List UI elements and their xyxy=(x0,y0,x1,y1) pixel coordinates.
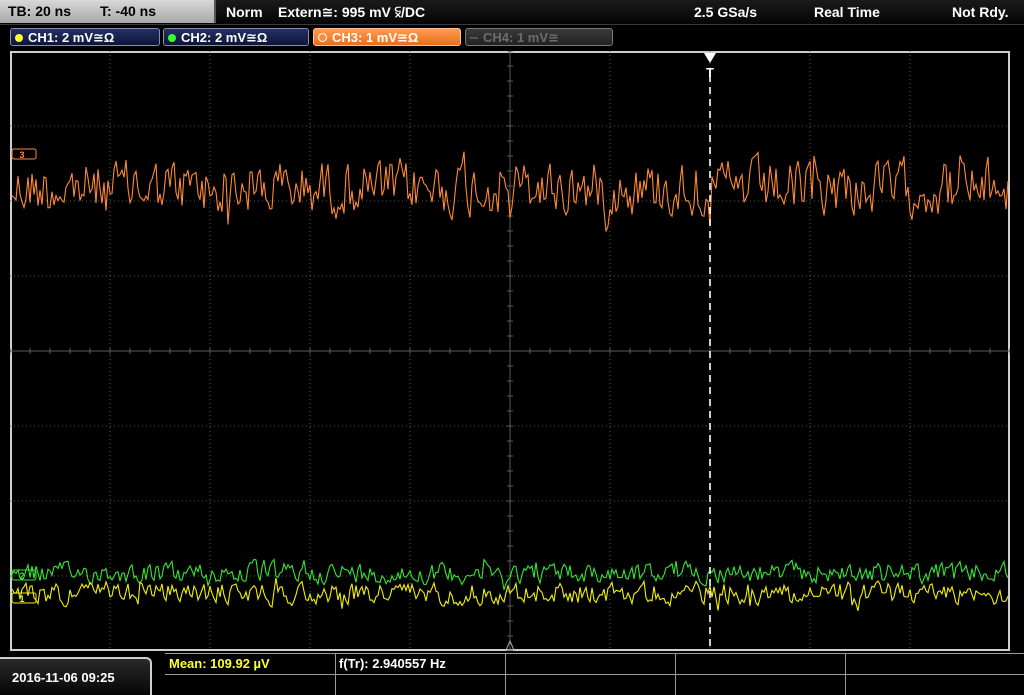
waveform-display: T 3 2 1 xyxy=(10,51,1010,651)
timebase-panel[interactable]: TB: 20 ns T: -40 ns xyxy=(0,0,216,23)
oscilloscope-screen: TB: 20 ns T: -40 ns Norm Extern≅: 995 mV… xyxy=(0,0,1024,695)
trigger-mode[interactable]: Norm xyxy=(226,0,263,24)
measurement-table[interactable]: Mean: 109.92 µV f(Tr): 2.940557 Hz xyxy=(165,653,1024,695)
datetime-label: 2016-11-06 09:25 xyxy=(12,670,115,685)
datetime-panel: 2016-11-06 09:25 xyxy=(0,657,152,695)
ch1-indicator-icon xyxy=(15,34,23,42)
table-divider xyxy=(165,674,1024,675)
table-divider xyxy=(505,654,506,695)
run-state: Not Rdy. xyxy=(952,4,1009,20)
status-bar: TB: 20 ns T: -40 ns Norm Extern≅: 995 mV… xyxy=(0,0,1024,25)
frequency-measurement[interactable]: f(Tr): 2.940557 Hz xyxy=(335,655,446,675)
channel-tab-ch3[interactable]: CH3: 1 mV≅Ω xyxy=(313,28,461,46)
table-divider xyxy=(675,654,676,695)
acquisition-mode: Real Time xyxy=(814,4,880,20)
ch3-offset-label: 3 xyxy=(19,150,24,160)
timebase-label: TB: 20 ns xyxy=(8,3,72,19)
ch2-offset-label: 2 xyxy=(19,571,24,581)
ch1-offset-marker[interactable]: 1 xyxy=(11,592,37,604)
trigger-position-icon xyxy=(704,53,716,63)
ch1-label: CH1: 2 mV≅Ω xyxy=(28,30,115,45)
trigger-time-label: T: -40 ns xyxy=(100,3,157,19)
ch2-indicator-icon xyxy=(168,34,176,42)
ch3-label: CH3: 1 mV≅Ω xyxy=(332,30,419,45)
channel-tab-ch1[interactable]: CH1: 2 mV≅Ω xyxy=(10,28,160,46)
trigger-marker-label: T xyxy=(706,65,714,80)
trigger-source[interactable]: Extern≅: 995 mV ⫁/DC xyxy=(278,0,425,24)
channel-tab-ch2[interactable]: CH2: 2 mV≅Ω xyxy=(163,28,309,46)
ch4-indicator-icon xyxy=(470,37,478,39)
sample-rate: 2.5 GSa/s xyxy=(694,4,758,20)
ch1-offset-label: 1 xyxy=(19,594,24,604)
mean-measurement[interactable]: Mean: 109.92 µV xyxy=(165,655,270,675)
grid-lines xyxy=(10,51,1010,651)
ch4-label: CH4: 1 mV≅ xyxy=(483,30,559,45)
channel-tab-ch4[interactable]: CH4: 1 mV≅ xyxy=(465,28,613,46)
table-divider xyxy=(845,654,846,695)
ch3-indicator-icon xyxy=(318,33,327,42)
ch2-label: CH2: 2 mV≅Ω xyxy=(181,30,268,45)
ch3-offset-marker[interactable]: 3 xyxy=(11,148,37,160)
